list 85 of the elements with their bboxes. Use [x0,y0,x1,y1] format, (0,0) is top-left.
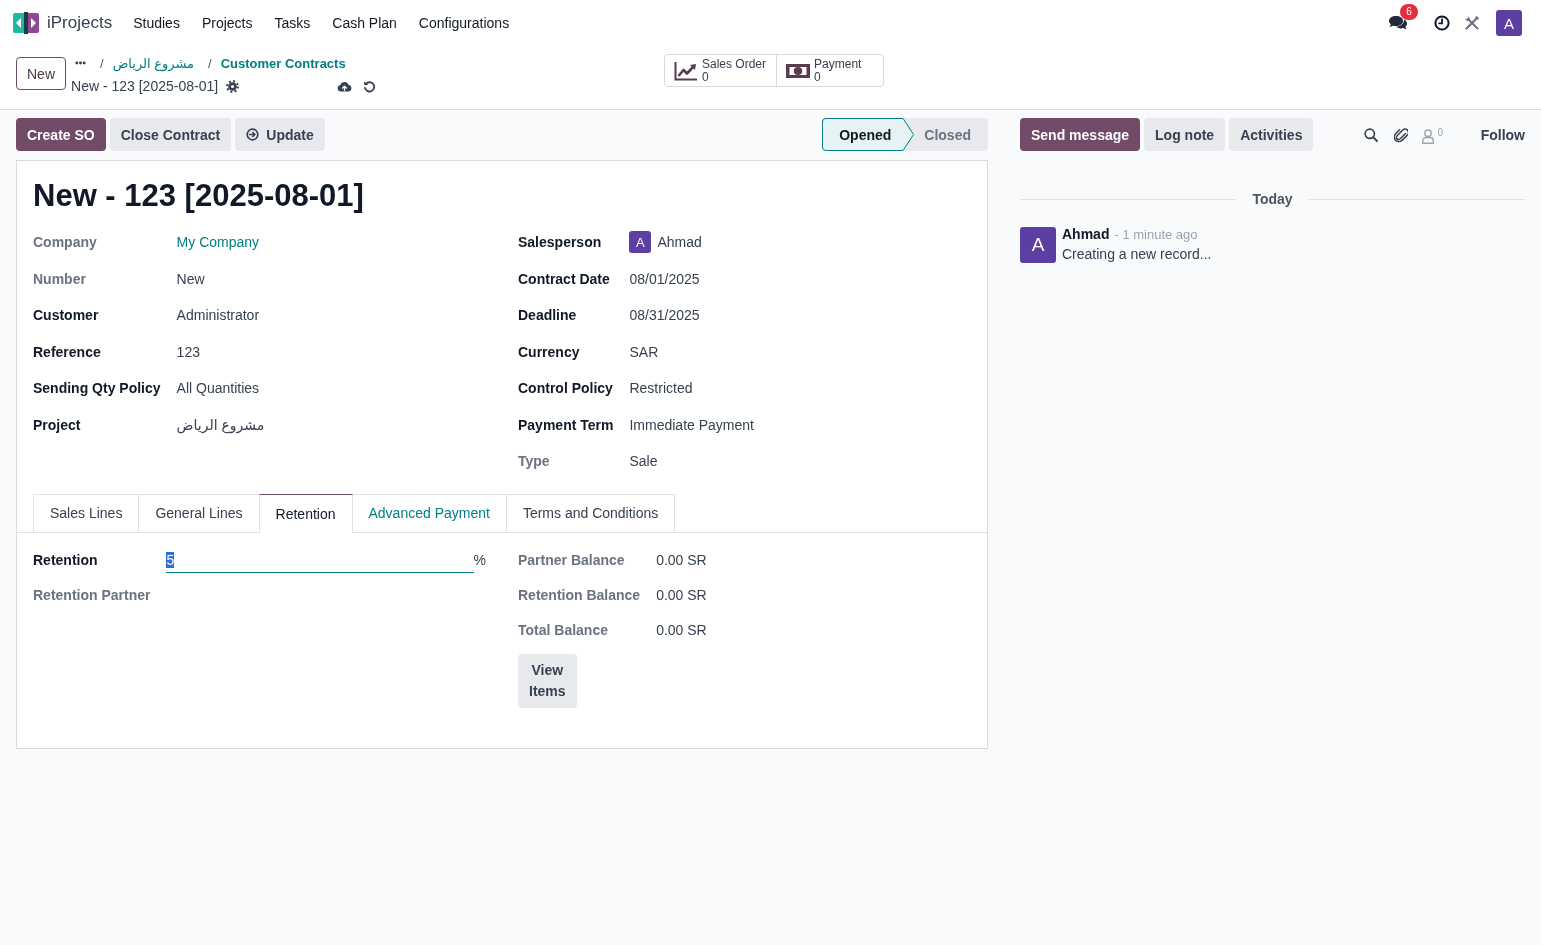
field-label: Project [33,416,82,433]
field-value: Ahmad [657,234,702,251]
field-value: New [176,270,205,287]
field-label: Company [33,234,98,251]
field-label: Salesperson [518,234,603,251]
breadcrumb-separator: / [208,55,212,71]
chatter-button[interactable]: Send message [1020,118,1141,151]
field-label: Type [518,453,551,470]
field-label: Retention Partner [33,587,151,603]
field-value: مشروع الرياض [176,416,265,433]
user-avatar[interactable]: A [1496,10,1522,36]
message-author: Ahmad [1062,226,1110,242]
app-logo-icon[interactable] [13,12,39,34]
arrow-circle-icon [246,128,260,141]
field-value: 0.00 SR [656,587,707,603]
message-text: Creating a new record... [1062,246,1212,262]
tools-icon[interactable] [1464,15,1480,31]
message-time: - 1 minute ago [1114,227,1198,242]
action-button[interactable]: Close Contract [109,118,232,151]
date-divider: Today [1252,191,1293,207]
field-value: Restricted [629,380,693,397]
stage-button[interactable]: Opened [822,118,915,151]
field-value: Administrator [176,307,260,324]
field-label: Contract Date [518,270,611,287]
unit-label: % [473,552,486,568]
search-icon[interactable] [1364,127,1379,142]
notification-badge: 6 [1400,4,1418,20]
record-name: New - 123 [2025-08-01] [71,78,219,94]
settings-icon[interactable] [226,79,240,93]
field-label: Retention [33,552,99,568]
user-avatar: A [1020,227,1056,263]
action-button[interactable]: Create SO [16,118,106,151]
breadcrumb-separator: / [100,55,104,71]
field-label: Retention Balance [518,587,641,603]
clock-icon[interactable] [1434,15,1450,31]
chat-icon[interactable] [1388,15,1408,31]
field-label: Payment Term [518,416,614,433]
paperclip-icon[interactable] [1394,126,1409,143]
menu-item[interactable]: Configurations [407,0,521,46]
cloud-upload-icon[interactable] [337,80,353,92]
field-label: Customer [33,307,100,324]
field-label: Control Policy [518,380,614,397]
undo-icon[interactable] [363,79,377,93]
field-label: Number [33,270,87,287]
field-label: Sending Qty Policy [33,380,161,397]
ellipsis-icon[interactable] [75,61,86,65]
field-link[interactable]: My Company [176,234,260,251]
field-value: Sale [629,453,658,470]
field-value: All Quantities [176,380,260,397]
breadcrumb-link[interactable]: مشروع الرياض [112,55,195,71]
field-label: Partner Balance [518,552,626,568]
breadcrumb-link[interactable]: Customer Contracts [220,55,346,71]
menu-item[interactable]: Tasks [263,0,322,46]
field-label: Deadline [518,307,578,324]
field-label: Total Balance [518,622,609,638]
field-value: Immediate Payment [629,416,754,433]
view-items-button[interactable]: View Items [518,653,577,708]
menu-item[interactable]: Studies [122,0,191,46]
smart-button[interactable]: Payment 0 [776,55,884,86]
chatter-button[interactable]: Activities [1229,118,1314,151]
retention-input[interactable]: 5 [166,547,474,573]
menu-item[interactable]: Cash Plan [321,0,408,46]
field-value: 123 [176,343,200,360]
field-value: 08/01/2025 [629,270,700,287]
tab[interactable]: Sales Lines [33,493,140,532]
user-avatar: A [629,231,652,254]
tab[interactable]: Terms and Conditions [505,493,676,532]
follower-count: 0 [1437,127,1443,138]
field-value: 0.00 SR [656,622,707,638]
tab[interactable]: Retention [258,493,353,533]
action-button[interactable]: Update [235,118,325,151]
menu-item[interactable]: Projects [190,0,264,46]
stage-button[interactable]: Closed [914,118,988,151]
record-title: New - 123 [2025-08-01] [33,177,365,215]
smart-button[interactable]: Sales Order 0 [665,55,777,86]
line-chart-icon [674,60,698,81]
app-name[interactable]: iProjects [47,13,113,33]
field-label: Reference [33,343,102,360]
new-button[interactable]: New [16,57,66,90]
follow-button[interactable]: Follow [1480,126,1525,143]
field-value: 0.00 SR [656,552,707,568]
field-value: SAR [629,343,659,360]
field-label: Currency [518,343,581,360]
chatter-button[interactable]: Log note [1144,118,1226,151]
field-value: 08/31/2025 [629,307,700,324]
